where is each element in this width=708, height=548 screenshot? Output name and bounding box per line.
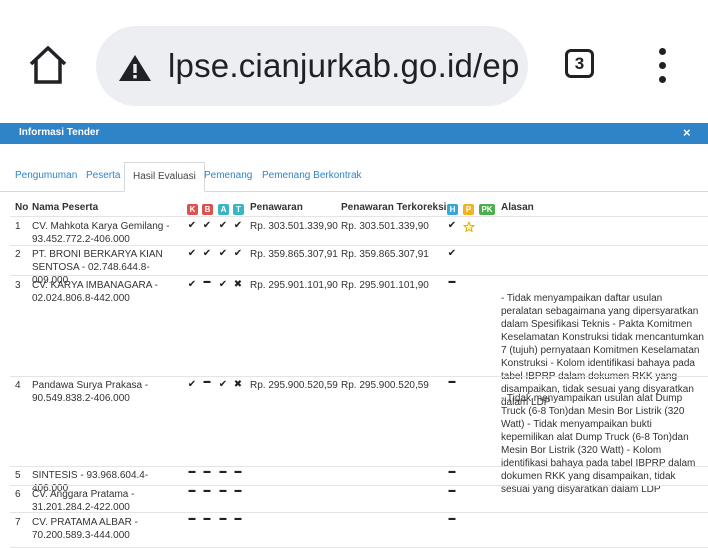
dash-icon: ▬ <box>203 278 211 285</box>
tab-pengumuman[interactable]: Pengumuman <box>15 170 77 181</box>
col-no: No <box>15 202 29 213</box>
tab-switcher-button[interactable]: 3 <box>565 49 594 78</box>
participant-name: CV. Mahkota Karya Gemilang - 93.452.772.… <box>32 221 170 245</box>
badge-p: P <box>463 204 474 215</box>
col-penawaran-terkoreksi: Penawaran Terkoreksi <box>341 202 447 213</box>
dash-icon: ▬ <box>448 278 456 285</box>
more-vert-icon[interactable] <box>654 46 672 86</box>
row-number: 5 <box>15 470 21 481</box>
tab-peserta[interactable]: Peserta <box>86 170 120 181</box>
row-number: 1 <box>15 221 21 232</box>
check-icon: ✔ <box>218 379 228 390</box>
tab-pemenang-berkontrak[interactable]: Pemenang Berkontrak <box>262 170 362 181</box>
badge-k: K <box>187 204 198 215</box>
check-icon: ✔ <box>187 220 197 231</box>
close-icon[interactable]: × <box>683 125 691 140</box>
participant-name: CV. PRATAMA ALBAR - 70.200.589.3-444.000 <box>32 517 138 541</box>
col-alasan: Alasan <box>501 202 534 213</box>
terkoreksi-value: Rp. 303.501.339,90 <box>341 221 429 232</box>
modal-title: Informasi Tender <box>19 127 100 138</box>
dash-icon: ▬ <box>448 515 456 522</box>
browser-toolbar: lpse.cianjurkab.go.id/ep 3 <box>0 0 708 123</box>
table-row <box>0 485 708 486</box>
participant-name: CV. KARYA IMBANAGARA - 02.024.806.8-442.… <box>32 280 158 304</box>
check-icon: ✔ <box>202 220 212 231</box>
dash-icon: ▬ <box>448 487 456 494</box>
check-icon: ✔ <box>187 279 197 290</box>
table-row <box>0 217 708 218</box>
dash-icon: ▬ <box>203 487 211 494</box>
dash-icon: ▬ <box>448 378 456 385</box>
check-icon: ✔ <box>218 220 228 231</box>
row-number: 7 <box>15 517 21 528</box>
dash-icon: ▬ <box>234 468 242 475</box>
badge-a: A <box>218 204 229 215</box>
address-bar[interactable]: lpse.cianjurkab.go.id/ep <box>96 26 528 106</box>
badge-pk: PK <box>479 204 495 215</box>
dash-icon: ▬ <box>188 487 196 494</box>
dash-icon: ▬ <box>188 468 196 475</box>
row-number: 3 <box>15 280 21 291</box>
url-text: lpse.cianjurkab.go.id/ep <box>168 47 520 84</box>
table-row <box>0 466 708 467</box>
check-icon: ✔ <box>233 220 243 231</box>
cross-icon: ✖ <box>233 379 243 390</box>
check-icon: ✔ <box>447 220 457 231</box>
row-number: 6 <box>15 489 21 500</box>
col-penawaran: Penawaran <box>250 202 303 213</box>
check-icon: ✔ <box>187 379 197 390</box>
home-icon[interactable] <box>27 44 69 86</box>
check-icon: ✔ <box>218 248 228 259</box>
participant-name: CV. Anggara Pratama - 31.201.284.2-422.0… <box>32 489 135 513</box>
dash-icon: ▬ <box>219 515 227 522</box>
dash-icon: ▬ <box>234 515 242 522</box>
penawaran-value: Rp. 295.901.101,90 <box>250 280 338 291</box>
table-row <box>0 245 708 246</box>
check-icon: ✔ <box>447 248 457 259</box>
tab-bar: Pengumuman Peserta Hasil Evaluasi Pemena… <box>0 162 708 192</box>
dash-icon: ▬ <box>234 487 242 494</box>
modal-header: Informasi Tender × <box>0 123 708 144</box>
badge-b: B <box>202 204 213 215</box>
participant-name: Pandawa Surya Prakasa - 90.549.838.2-406… <box>32 380 149 404</box>
cross-icon: ✖ <box>233 279 243 290</box>
dash-icon: ▬ <box>219 487 227 494</box>
terkoreksi-value: Rp. 295.901.101,90 <box>341 280 429 291</box>
col-nama-peserta: Nama Peserta <box>32 202 99 213</box>
badge-h: H <box>447 204 458 215</box>
dash-icon: ▬ <box>188 515 196 522</box>
table-row <box>0 376 708 377</box>
check-icon: ✔ <box>233 248 243 259</box>
dash-icon: ▬ <box>203 378 211 385</box>
table-row <box>0 513 708 514</box>
table-row <box>0 276 708 277</box>
dash-icon: ▬ <box>203 468 211 475</box>
terkoreksi-value: Rp. 295.900.520,59 <box>341 380 429 391</box>
check-icon: ✔ <box>218 279 228 290</box>
penawaran-value: Rp. 295.900.520,59 <box>250 380 338 391</box>
dash-icon: ▬ <box>203 515 211 522</box>
check-icon: ✔ <box>202 248 212 259</box>
penawaran-value: Rp. 359.865.307,91 <box>250 249 338 260</box>
star-icon <box>463 221 475 233</box>
warning-icon[interactable] <box>118 54 152 82</box>
tab-hasil-evaluasi[interactable]: Hasil Evaluasi <box>124 162 205 192</box>
check-icon: ✔ <box>187 248 197 259</box>
dash-icon: ▬ <box>219 468 227 475</box>
badge-t: T <box>233 204 244 215</box>
alasan-text: - Tidak menyampaikan usulan alat Dump Tr… <box>501 393 696 495</box>
terkoreksi-value: Rp. 359.865.307,91 <box>341 249 429 260</box>
row-number: 4 <box>15 380 21 391</box>
tab-pemenang[interactable]: Pemenang <box>204 170 252 181</box>
penawaran-value: Rp. 303.501.339,90 <box>250 221 338 232</box>
dash-icon: ▬ <box>448 468 456 475</box>
row-number: 2 <box>15 249 21 260</box>
